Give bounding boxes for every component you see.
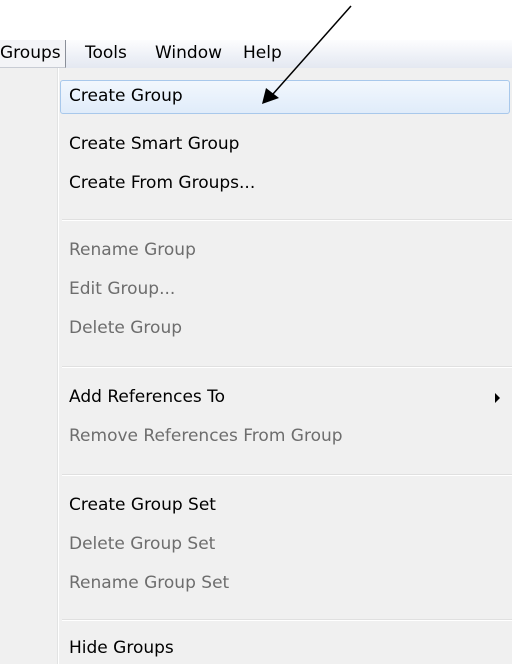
annotation-arrow-icon (262, 5, 352, 104)
screenshot-stage: Groups Tools Window Help Create Group Cr… (0, 0, 512, 664)
